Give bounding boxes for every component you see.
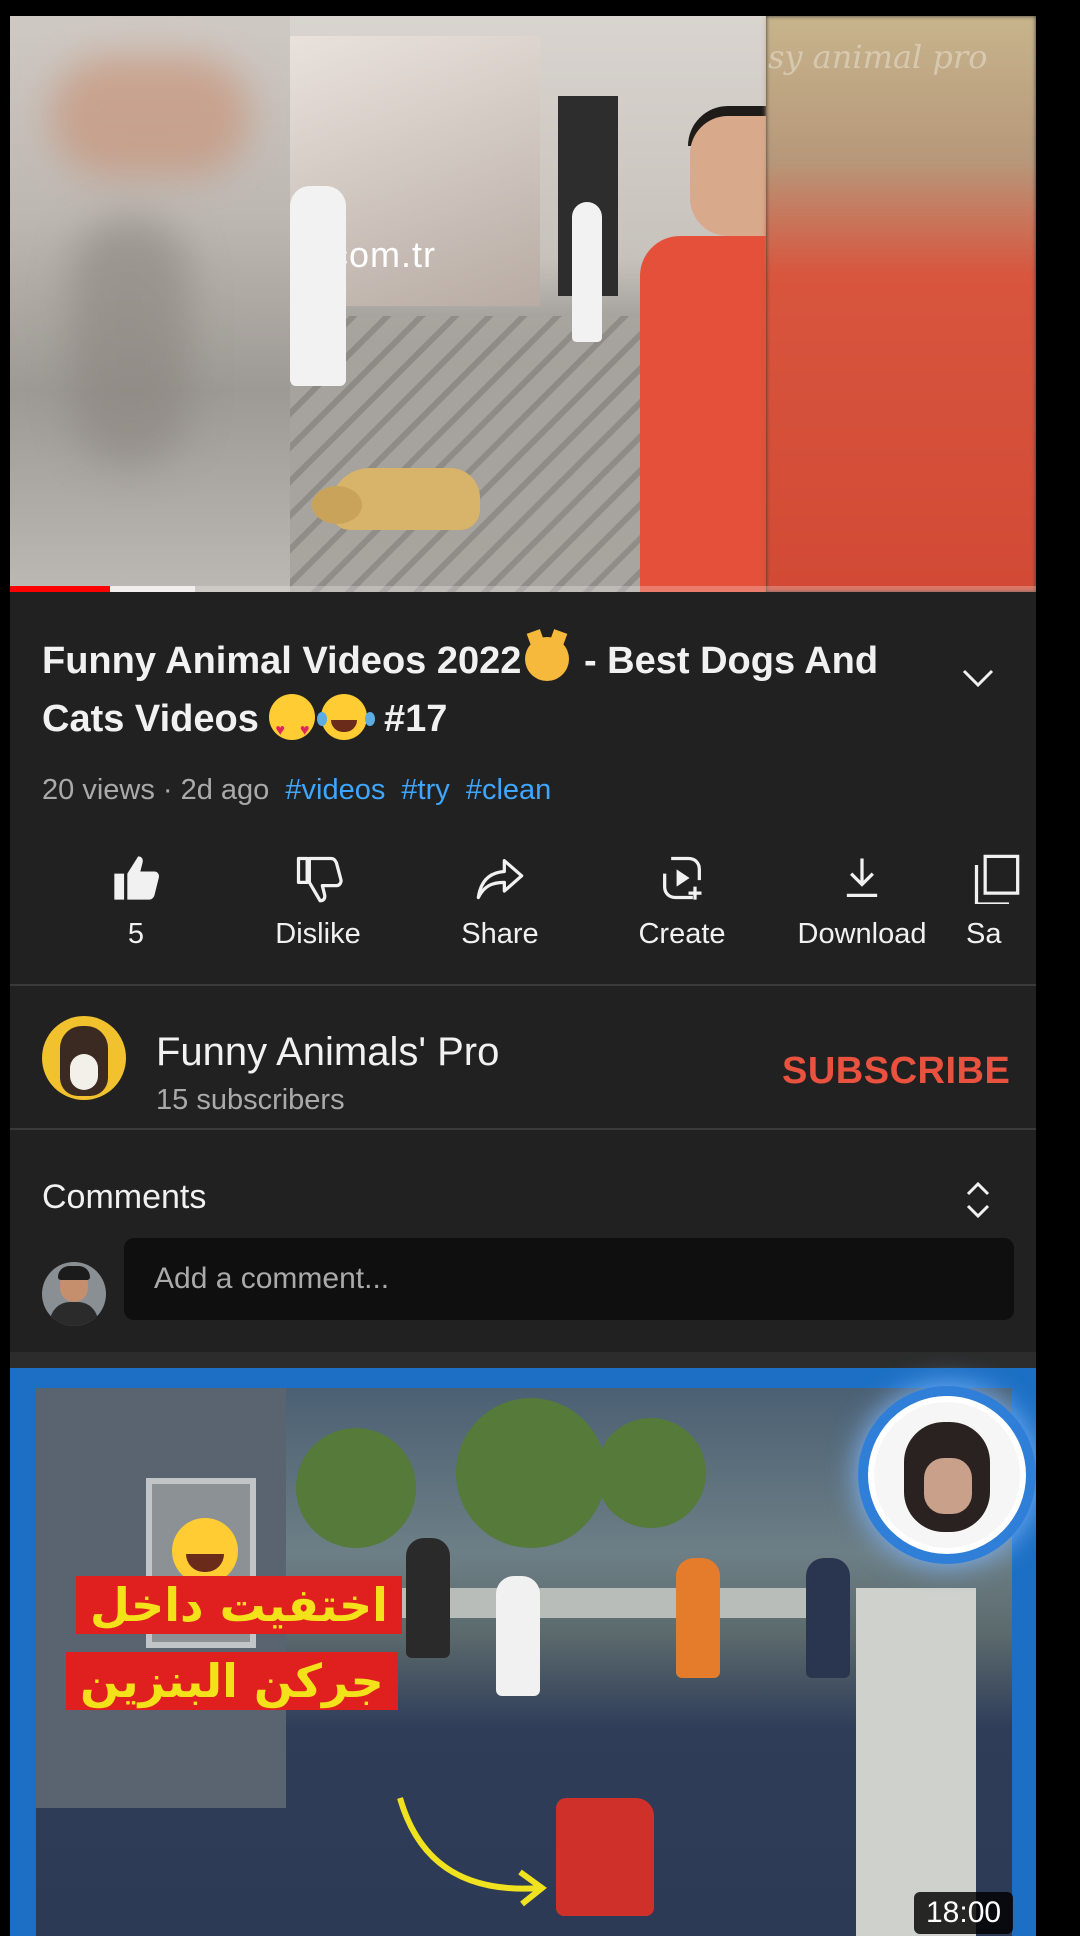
scene-person-left bbox=[290, 186, 346, 386]
scene-dog-head bbox=[312, 486, 362, 524]
action-row: 5 Dislike Share Create Download Sa bbox=[10, 852, 1036, 972]
scene-person-mid bbox=[572, 202, 602, 342]
divider bbox=[10, 1128, 1036, 1130]
section-separator bbox=[10, 1352, 1036, 1368]
create-label: Create bbox=[638, 918, 726, 950]
player-blur-right bbox=[766, 16, 1036, 592]
thumb-soldier bbox=[406, 1538, 450, 1658]
app-frame: com.tr sy animal pro Funny Animal Videos… bbox=[10, 16, 1036, 1936]
download-icon bbox=[846, 858, 878, 897]
save-button[interactable]: Sa bbox=[960, 852, 1036, 972]
share-button[interactable]: Share bbox=[420, 852, 580, 972]
dislike-button[interactable]: Dislike bbox=[238, 852, 398, 972]
progress-buffered bbox=[110, 586, 195, 592]
player-blur-left bbox=[10, 16, 290, 592]
user-avatar bbox=[42, 1262, 106, 1326]
video-player[interactable]: com.tr sy animal pro bbox=[10, 16, 1036, 592]
comments-heading[interactable]: Comments bbox=[42, 1178, 206, 1217]
video-meta: 20 views · 2d ago #videos #try #clean bbox=[42, 774, 552, 806]
laughing-emoji-icon bbox=[172, 1518, 238, 1584]
hashtag-link[interactable]: #try bbox=[401, 774, 449, 806]
share-label: Share bbox=[461, 918, 539, 950]
arrow-icon bbox=[397, 1797, 547, 1907]
channel-avatar[interactable] bbox=[42, 1016, 126, 1100]
thumb-overlay-text: جركن البنزين bbox=[66, 1652, 398, 1710]
download-button[interactable]: Download bbox=[782, 852, 942, 972]
thumb-tree bbox=[596, 1418, 706, 1528]
thumbs-down-icon bbox=[296, 856, 343, 903]
thumb-wall-right bbox=[856, 1588, 976, 1936]
upload-age: 2d ago bbox=[180, 774, 270, 806]
share-icon bbox=[476, 859, 524, 900]
download-label: Download bbox=[797, 918, 927, 950]
channel-name[interactable]: Funny Animals' Pro bbox=[156, 1030, 499, 1075]
like-button[interactable]: 5 bbox=[56, 852, 216, 972]
hashtag-link[interactable]: #videos bbox=[285, 774, 385, 806]
progress-bar[interactable] bbox=[10, 586, 1036, 592]
subscriber-count: 15 subscribers bbox=[156, 1084, 345, 1116]
thumb-tree bbox=[456, 1398, 606, 1548]
progress-played bbox=[10, 586, 110, 592]
player-scene: com.tr bbox=[290, 16, 766, 592]
title-text-3: #17 bbox=[373, 698, 448, 740]
thumb-soldier bbox=[496, 1576, 540, 1696]
view-count: 20 views bbox=[42, 774, 155, 806]
chevron-down-icon[interactable] bbox=[956, 656, 1000, 700]
create-icon bbox=[663, 856, 702, 900]
creator-avatar bbox=[858, 1386, 1036, 1564]
thumb-overlay-text: اختفيت داخل bbox=[76, 1576, 402, 1634]
create-button[interactable]: Create bbox=[602, 852, 762, 972]
heart-eyes-emoji-icon bbox=[269, 694, 316, 760]
like-count: 5 bbox=[127, 918, 145, 950]
scene-man-face bbox=[690, 116, 766, 236]
thumbs-up-icon bbox=[114, 856, 160, 900]
dislike-label: Dislike bbox=[275, 918, 361, 950]
thumb-tree bbox=[296, 1428, 416, 1548]
thumb-soldier bbox=[676, 1558, 720, 1678]
video-title[interactable]: Funny Animal Videos 2022 - Best Dogs And… bbox=[42, 632, 942, 760]
divider bbox=[10, 984, 1036, 986]
save-label: Sa bbox=[966, 918, 1002, 950]
scene-man-shirt bbox=[640, 236, 766, 592]
comment-input[interactable]: Add a comment... bbox=[124, 1238, 1014, 1320]
expand-collapse-icon[interactable] bbox=[960, 1178, 996, 1222]
laughing-emoji-icon bbox=[317, 694, 368, 740]
video-watermark: sy animal pro bbox=[768, 38, 988, 76]
title-text-1: Funny Animal Videos 2022 bbox=[42, 640, 522, 682]
save-icon bbox=[974, 854, 1020, 904]
cat-emoji-icon bbox=[525, 637, 570, 681]
jerrycan-icon bbox=[556, 1798, 654, 1916]
video-duration: 18:00 bbox=[914, 1892, 1014, 1934]
thumb-soldier bbox=[806, 1558, 850, 1678]
subscribe-button[interactable]: SUBSCRIBE bbox=[782, 1050, 1010, 1093]
hashtag-link[interactable]: #clean bbox=[466, 774, 551, 806]
